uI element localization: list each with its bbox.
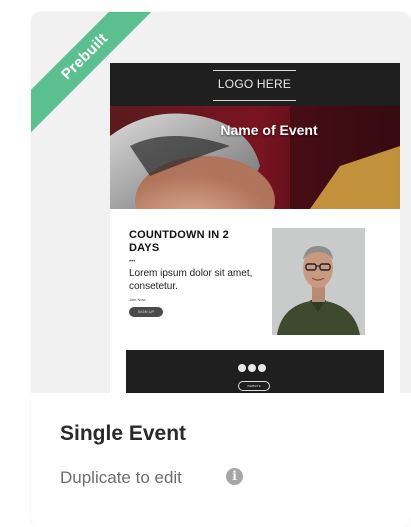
card-title[interactable]: Single Event bbox=[60, 422, 186, 446]
instagram-icon bbox=[258, 364, 266, 372]
preview-dots: ••• bbox=[129, 259, 136, 265]
preview-countdown-title: COUNTDOWN IN 2 DAYS bbox=[129, 229, 229, 254]
preview-logo: LOGO HERE bbox=[213, 70, 296, 101]
info-icon[interactable]: i bbox=[226, 468, 243, 485]
preview-hero-title: Name of Event bbox=[220, 122, 318, 138]
template-card[interactable]: LOGO HERE Name of Event COUNTDOWN IN 2 D… bbox=[31, 12, 411, 527]
preview-hero-image: Name of Event bbox=[110, 106, 400, 209]
twitter-icon bbox=[248, 364, 256, 372]
preview-footer-button: WEBSITE bbox=[238, 381, 270, 391]
facebook-icon bbox=[238, 364, 246, 372]
template-preview[interactable]: LOGO HERE Name of Event COUNTDOWN IN 2 D… bbox=[110, 63, 400, 413]
preview-social-icons bbox=[238, 364, 266, 372]
preview-button: SIGN UP bbox=[129, 307, 163, 317]
preview-lorem-text: Lorem ipsum dolor sit amet, consetetur. bbox=[129, 268, 253, 292]
duplicate-to-edit-link[interactable]: Duplicate to edit bbox=[60, 468, 182, 488]
card-info: Single Event Duplicate to edit i bbox=[31, 393, 411, 527]
preview-header: LOGO HERE bbox=[110, 63, 400, 106]
preview-portrait bbox=[272, 228, 365, 335]
portrait-photo bbox=[272, 228, 365, 335]
preview-small-text: Join Now bbox=[129, 297, 146, 302]
